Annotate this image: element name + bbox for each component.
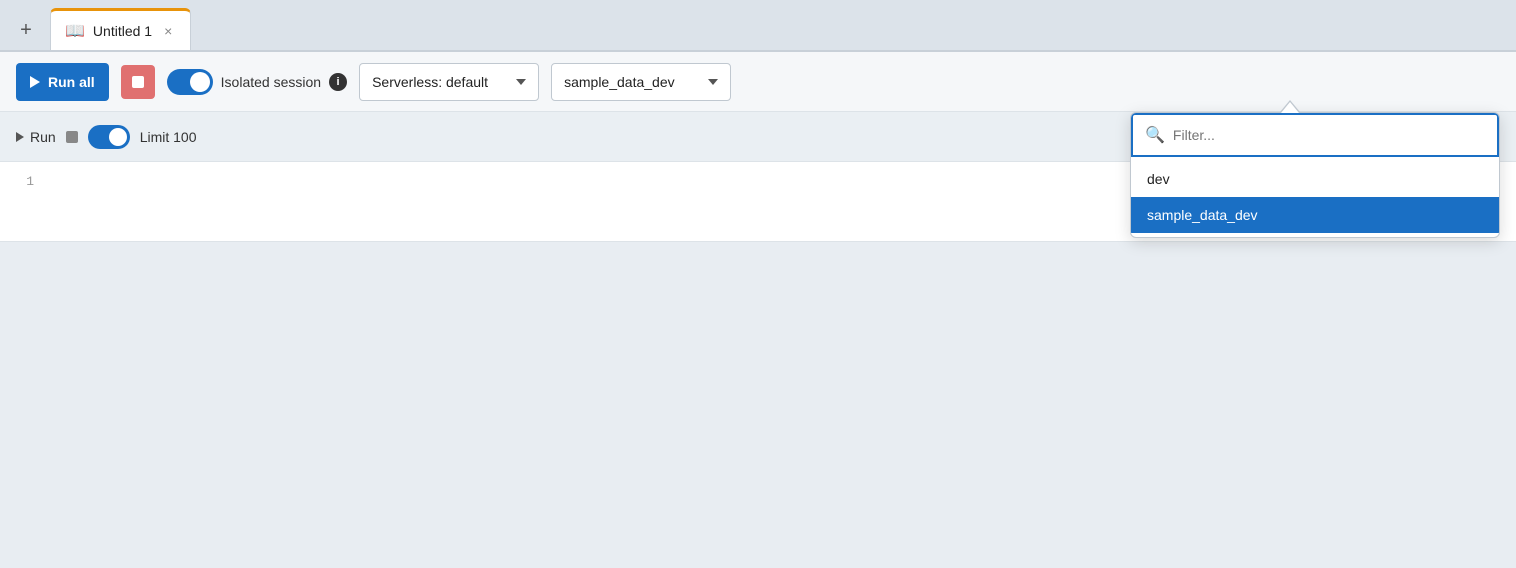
- dropdown-arrow: [1280, 100, 1300, 112]
- tab-bar: + 📖 Untitled 1 ×: [0, 0, 1516, 52]
- new-tab-button[interactable]: +: [8, 12, 44, 48]
- cell-toggle[interactable]: [88, 125, 130, 149]
- add-tab-icon: +: [20, 19, 32, 42]
- dropdown-panel: 🔍 dev sample_data_dev: [1130, 112, 1500, 238]
- database-chevron-icon: [708, 79, 718, 85]
- isolated-session-label: Isolated session: [221, 74, 321, 90]
- cell-limit-label: Limit 100: [140, 129, 197, 145]
- tab-untitled-1[interactable]: 📖 Untitled 1 ×: [50, 8, 191, 50]
- dropdown-list: dev sample_data_dev: [1131, 157, 1499, 237]
- tab-title: Untitled 1: [93, 23, 152, 39]
- line-numbers: 1: [0, 174, 50, 229]
- dropdown-search-container: 🔍: [1131, 113, 1499, 157]
- stop-icon: [132, 76, 144, 88]
- tab-notebook-icon: 📖: [65, 21, 85, 41]
- database-dropdown[interactable]: sample_data_dev: [551, 63, 731, 101]
- filter-input[interactable]: [1173, 127, 1485, 143]
- search-icon: 🔍: [1145, 125, 1165, 145]
- cell-run-button[interactable]: Run: [16, 129, 56, 145]
- serverless-label: Serverless: default: [372, 74, 488, 90]
- database-dropdown-overlay: 🔍 dev sample_data_dev: [1130, 100, 1500, 238]
- cell-play-icon: [16, 132, 24, 142]
- tab-close-button[interactable]: ×: [160, 21, 176, 41]
- isolated-session-toggle-container: Isolated session i: [167, 69, 347, 95]
- isolated-session-toggle[interactable]: [167, 69, 213, 95]
- run-all-button[interactable]: Run all: [16, 63, 109, 101]
- serverless-chevron-icon: [516, 79, 526, 85]
- dropdown-item-dev[interactable]: dev: [1131, 161, 1499, 197]
- serverless-dropdown[interactable]: Serverless: default: [359, 63, 539, 101]
- database-label: sample_data_dev: [564, 74, 675, 90]
- info-icon[interactable]: i: [329, 73, 347, 91]
- stop-button[interactable]: [121, 65, 155, 99]
- play-icon: [30, 76, 40, 88]
- cell-run-label: Run: [30, 129, 56, 145]
- content-area: Run Limit 100 1 🔍 dev sample_data_dev: [0, 112, 1516, 242]
- dropdown-item-sample-data-dev[interactable]: sample_data_dev: [1131, 197, 1499, 233]
- line-number-1: 1: [26, 174, 34, 189]
- cell-stop-icon: [66, 131, 78, 143]
- run-all-label: Run all: [48, 74, 95, 90]
